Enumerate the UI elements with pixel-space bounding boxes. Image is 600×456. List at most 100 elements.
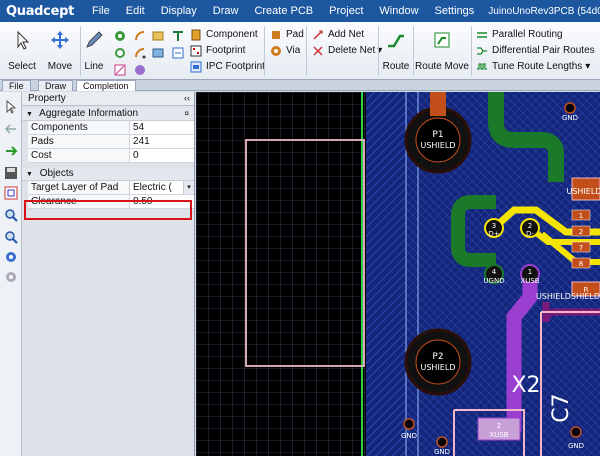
undo-arrow-icon[interactable] bbox=[4, 122, 18, 136]
collapse-arrow-icon[interactable]: ▼ bbox=[26, 171, 33, 178]
component-icon bbox=[191, 29, 201, 40]
pin-net: D+ bbox=[488, 230, 499, 238]
menu-file[interactable]: File bbox=[84, 0, 118, 22]
arc-center-tool-icon[interactable] bbox=[134, 47, 146, 59]
tune-route-lengths-button[interactable]: Tune Route Lengths ▾ bbox=[476, 59, 590, 74]
footprint-button[interactable]: Footprint bbox=[190, 43, 245, 58]
ribbon-separator bbox=[306, 26, 307, 76]
objects-section-title: Objects bbox=[39, 168, 74, 179]
via-label-gnd: GND bbox=[401, 432, 417, 440]
differential-pair-routes-button[interactable]: Differential Pair Routes bbox=[476, 43, 595, 58]
pin-number: 2 bbox=[528, 222, 532, 230]
move-button[interactable]: Move bbox=[42, 24, 78, 76]
document-title: JuinoUnoRev3PCB (54d013caac bbox=[488, 5, 600, 17]
ipc-footprint-button[interactable]: IPC Footprint bbox=[190, 59, 265, 74]
gnd-via[interactable] bbox=[570, 426, 582, 438]
pin-net: UGND bbox=[483, 277, 504, 285]
tab-file[interactable]: File bbox=[2, 80, 31, 91]
line-button[interactable]: Line bbox=[82, 24, 106, 76]
redo-arrow-icon[interactable] bbox=[4, 144, 18, 158]
aggregate-section-header[interactable]: ▼ Aggregate Information ¤ bbox=[22, 108, 194, 121]
pencil-icon bbox=[86, 31, 103, 48]
panel-title: Property bbox=[28, 93, 66, 104]
zoom-in-icon[interactable] bbox=[4, 208, 18, 222]
ribbon-separator bbox=[471, 26, 472, 76]
image-tool-icon[interactable] bbox=[152, 47, 164, 59]
menu-display[interactable]: Display bbox=[153, 0, 205, 22]
ipc-footprint-icon bbox=[190, 61, 202, 72]
via-button[interactable]: Via bbox=[270, 43, 300, 58]
prop-value: 54 bbox=[133, 122, 145, 133]
ring-tool-icon[interactable] bbox=[114, 47, 126, 59]
differential-pair-routes-label: Differential Pair Routes bbox=[492, 45, 595, 56]
polygon-draw-icon[interactable] bbox=[114, 64, 126, 76]
tune-route-dropdown-icon[interactable]: ▾ bbox=[585, 61, 590, 72]
menu-settings[interactable]: Settings bbox=[427, 0, 483, 22]
zoom-out-icon[interactable] bbox=[4, 230, 18, 244]
target-layer-value: Electric ( bbox=[133, 182, 172, 193]
add-net-icon bbox=[313, 29, 323, 40]
pad-label-p2: P2 bbox=[432, 352, 443, 362]
fill-circle-tool-icon[interactable] bbox=[134, 64, 146, 76]
shield-pad-p2-ring bbox=[415, 339, 461, 385]
component-label: Component bbox=[206, 29, 258, 40]
delete-net-label: Delete Net bbox=[328, 45, 376, 56]
gear-icon[interactable] bbox=[4, 270, 18, 284]
section-pin-icon[interactable]: ¤ bbox=[185, 108, 189, 120]
pad-net-ushield: USHIELD bbox=[421, 363, 456, 372]
tab-completion[interactable]: Completion bbox=[76, 80, 136, 91]
menu-project[interactable]: Project bbox=[321, 0, 371, 22]
cursor-arrow-icon bbox=[17, 30, 30, 50]
route-move-icon bbox=[434, 32, 450, 48]
footprint-icon bbox=[190, 45, 202, 56]
menu-window[interactable]: Window bbox=[371, 0, 426, 22]
parallel-routing-button[interactable]: Parallel Routing bbox=[476, 27, 563, 42]
pcb-drawing[interactable]: P1 USHIELD P2 USHIELD GND 3 D+ 2 D- 4 UG… bbox=[196, 92, 600, 456]
select-button[interactable]: Select bbox=[4, 24, 40, 76]
fit-view-icon[interactable] bbox=[4, 186, 18, 200]
line-label: Line bbox=[84, 61, 104, 72]
target-layer-select[interactable]: Electric ( ▾ bbox=[130, 181, 194, 194]
pad-button[interactable]: Pad bbox=[270, 27, 304, 42]
menu-bar: Quadcept File Edit Display Draw Create P… bbox=[0, 0, 600, 22]
differential-pair-icon bbox=[477, 46, 487, 55]
collapse-panel-icon[interactable]: ‹‹ bbox=[184, 92, 190, 105]
tab-draw[interactable]: Draw bbox=[38, 80, 74, 91]
route-label: Route bbox=[382, 61, 410, 72]
prop-value: 0 bbox=[133, 150, 139, 161]
move-arrows-icon bbox=[51, 31, 69, 49]
pin-net: D- bbox=[526, 230, 534, 238]
dimension-tool-icon[interactable] bbox=[172, 47, 184, 59]
route-button[interactable]: Route bbox=[380, 24, 412, 76]
gnd-via[interactable] bbox=[403, 418, 415, 430]
menu-edit[interactable]: Edit bbox=[118, 0, 153, 22]
rect-tool-icon[interactable] bbox=[152, 30, 164, 42]
component-button[interactable]: Component bbox=[190, 27, 258, 42]
route-move-button[interactable]: Route Move bbox=[414, 24, 470, 76]
via-label: Via bbox=[286, 45, 301, 56]
pin-net: XUSB bbox=[520, 277, 539, 285]
app-logo: Quadcept bbox=[6, 3, 75, 19]
menu-create-pcb[interactable]: Create PCB bbox=[246, 0, 321, 22]
arc-tool-icon[interactable] bbox=[134, 30, 146, 42]
pointer-icon[interactable] bbox=[4, 100, 18, 114]
objects-section-header[interactable]: ▼ Objects bbox=[22, 168, 194, 181]
pin-number: 1 bbox=[528, 268, 532, 276]
prop-row-components: Components 54 bbox=[28, 121, 194, 135]
ribbon-separator bbox=[80, 26, 81, 76]
delete-net-button[interactable]: Delete Net ▾ bbox=[312, 43, 382, 58]
settings-gear-icon[interactable] bbox=[4, 250, 18, 264]
pad-net-ushield: USHIELD bbox=[421, 141, 456, 150]
circle-tool-icon[interactable] bbox=[114, 30, 126, 42]
dropdown-arrow-icon[interactable]: ▾ bbox=[183, 181, 194, 194]
collapse-arrow-icon[interactable]: ▼ bbox=[26, 111, 33, 118]
pad-num: 1 bbox=[579, 212, 583, 220]
gnd-via[interactable] bbox=[564, 102, 576, 114]
menu-draw[interactable]: Draw bbox=[205, 0, 247, 22]
save-icon[interactable] bbox=[4, 166, 18, 180]
pcb-canvas[interactable]: P1 USHIELD P2 USHIELD GND 3 D+ 2 D- 4 UG… bbox=[196, 92, 600, 456]
gnd-via[interactable] bbox=[436, 436, 448, 448]
text-tool-icon[interactable] bbox=[172, 30, 184, 42]
add-net-button[interactable]: Add Net bbox=[312, 27, 364, 42]
pin-number: 4 bbox=[492, 268, 497, 276]
